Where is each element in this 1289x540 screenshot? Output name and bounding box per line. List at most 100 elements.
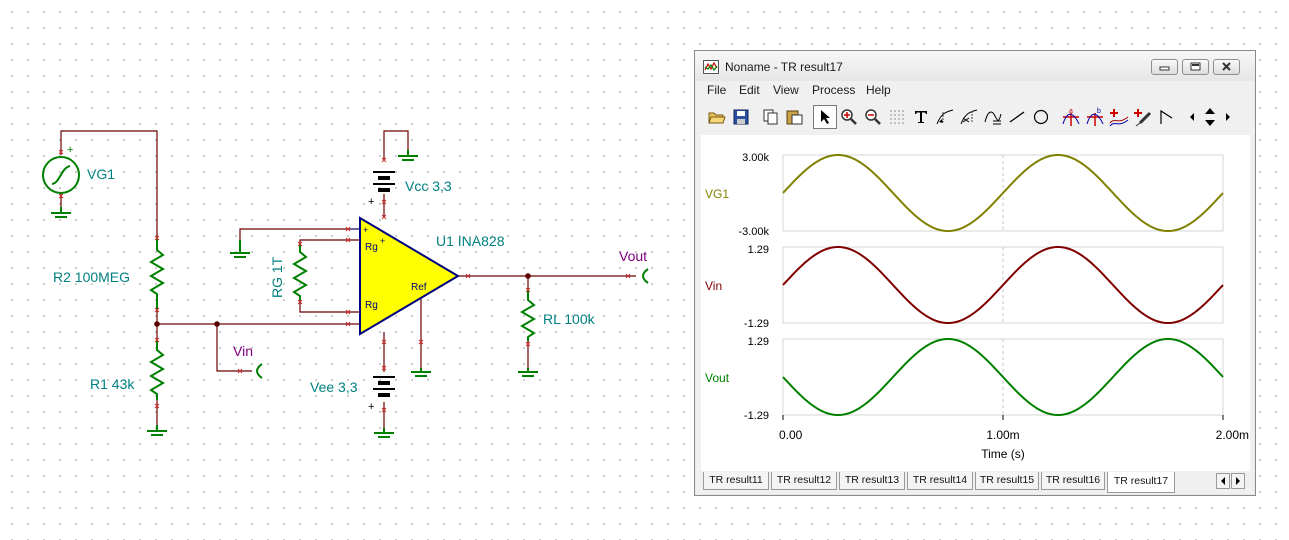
scroll-right-button[interactable]: [1221, 105, 1235, 129]
tab-tr-result17[interactable]: TR result17: [1107, 472, 1175, 493]
r1-label: R1 43k: [90, 376, 135, 392]
tab-tr-result16[interactable]: TR result16: [1041, 472, 1105, 490]
svg-text:b: b: [1097, 108, 1101, 115]
restore-icon: [1190, 62, 1201, 71]
series-vg1-line[interactable]: [782, 154, 1224, 232]
marker-c-icon: [1109, 109, 1129, 127]
copy-button[interactable]: [759, 105, 783, 129]
scroll-left-button[interactable]: [1185, 105, 1199, 129]
schematic-canvas[interactable]: + VG1 R2 100MEG R1 43k RG 1T RL 100k + V…: [0, 0, 690, 540]
y-tick-label: -1.29: [744, 410, 769, 422]
marker-b-button[interactable]: b: [1083, 105, 1107, 129]
series-name-vout: Vout: [705, 371, 730, 385]
rg-resistor-icon[interactable]: [292, 244, 308, 300]
x-axis-label: Time (s): [981, 447, 1025, 461]
r2-label: R2 100MEG: [53, 269, 130, 285]
window-title: Noname - TR result17: [725, 60, 843, 74]
menu-bar: File Edit View Process Help: [695, 81, 1255, 99]
pointer-icon: [821, 110, 830, 124]
tab-tr-result15[interactable]: TR result15: [975, 472, 1039, 490]
flag-icon: [1160, 109, 1173, 124]
marker-c-button[interactable]: [1107, 105, 1131, 129]
junctions: [154, 273, 531, 327]
menu-help[interactable]: Help: [866, 83, 891, 97]
pin-rg-top-label: Rg: [365, 242, 378, 253]
scroll-up-down-button[interactable]: [1201, 105, 1219, 129]
text-button[interactable]: [909, 105, 933, 129]
tab-tr-result12[interactable]: TR result12: [771, 472, 837, 490]
x-tick-label: 0.00: [779, 428, 803, 442]
zoom-out-button[interactable]: [861, 105, 885, 129]
y-tick-label: -1.29: [744, 318, 769, 330]
tabs-scroll-left-button[interactable]: [1216, 473, 1230, 489]
series-vout-line[interactable]: [782, 338, 1224, 416]
zoom-in-button[interactable]: [837, 105, 861, 129]
paste-button[interactable]: [783, 105, 807, 129]
r1-resistor-icon[interactable]: [149, 340, 165, 400]
right-icon: [1236, 477, 1240, 485]
tr-result-window[interactable]: Noname - TR result17 File Edit View Proc…: [694, 50, 1256, 496]
left-icon: [1221, 477, 1225, 485]
up-down-icon: [1205, 108, 1215, 126]
zoom-out-icon: [865, 109, 881, 125]
curve-button[interactable]: [981, 105, 1005, 129]
close-icon: [1222, 62, 1231, 71]
menu-process[interactable]: Process: [812, 83, 855, 97]
tab-tr-result11[interactable]: TR result11: [703, 472, 769, 490]
cursor-b-button[interactable]: [957, 105, 981, 129]
zoom-in-icon: [841, 109, 857, 125]
marker-a-button[interactable]: a: [1059, 105, 1083, 129]
menu-view[interactable]: View: [773, 83, 799, 97]
vee-label: Vee 3,3: [310, 379, 358, 395]
series-name-vin: Vin: [705, 279, 722, 293]
rl-resistor-icon[interactable]: [520, 291, 536, 341]
window-titlebar[interactable]: Noname - TR result17: [695, 51, 1255, 81]
rg-label: RG 1T: [269, 256, 285, 298]
cursor-b-icon: [960, 109, 978, 125]
save-button[interactable]: [729, 105, 753, 129]
vcc-label: Vcc 3,3: [405, 178, 452, 194]
grid-button[interactable]: [885, 105, 909, 129]
vg1-plus-sign: +: [67, 144, 73, 156]
tab-tr-result14[interactable]: TR result14: [907, 472, 973, 490]
restore-button[interactable]: [1182, 59, 1209, 75]
grid-icon: [890, 110, 904, 124]
vcc-battery-icon[interactable]: [373, 171, 395, 192]
vin-probe-icon[interactable]: [256, 363, 263, 379]
vee-plus-sign: +: [368, 401, 374, 413]
vout-probe-icon[interactable]: [642, 268, 649, 284]
probe-button[interactable]: [1131, 105, 1155, 129]
result-tabs: TR result11 TR result12 TR result13 TR r…: [701, 471, 1250, 493]
text-icon: [915, 111, 927, 123]
close-button[interactable]: [1213, 59, 1240, 75]
y-tick-label: 1.29: [748, 336, 769, 348]
menu-edit[interactable]: Edit: [739, 83, 760, 97]
menu-file[interactable]: File: [707, 83, 726, 97]
line-button[interactable]: [1005, 105, 1029, 129]
right-icon: [1226, 113, 1230, 121]
open-icon: [708, 112, 726, 124]
waveform-plots[interactable]: 3.00k -3.00k 1.29 -1.29 1.29 -1.29 VG1 Vin Vout…: [701, 135, 1250, 471]
minimize-button[interactable]: [1151, 59, 1178, 75]
tabs-scroll-right-button[interactable]: [1231, 473, 1245, 489]
line-icon: [1009, 111, 1025, 123]
paste-icon: [786, 110, 803, 125]
vee-battery-icon[interactable]: [373, 376, 395, 397]
x-tick-label: 1.00m: [986, 428, 1019, 442]
opamp-plus-sign: +: [363, 225, 368, 235]
app-icon: [703, 60, 719, 74]
u1-label: U1 INA828: [436, 233, 505, 249]
svg-text:a: a: [1069, 108, 1073, 115]
tab-tr-result13[interactable]: TR result13: [839, 472, 905, 490]
pointer-button[interactable]: [813, 105, 837, 129]
rl-label: RL 100k: [543, 311, 596, 327]
circle-button[interactable]: [1029, 105, 1053, 129]
open-button[interactable]: [705, 105, 729, 129]
plot-area[interactable]: 3.00k -3.00k 1.29 -1.29 1.29 -1.29 VG1 Vin Vout…: [701, 135, 1250, 471]
flag-button[interactable]: [1155, 105, 1179, 129]
cursor-a-button[interactable]: [933, 105, 957, 129]
series-vin-line[interactable]: [782, 246, 1224, 324]
curve-icon: [984, 111, 1002, 125]
save-icon: [733, 109, 749, 125]
r2-resistor-icon[interactable]: [149, 238, 165, 310]
